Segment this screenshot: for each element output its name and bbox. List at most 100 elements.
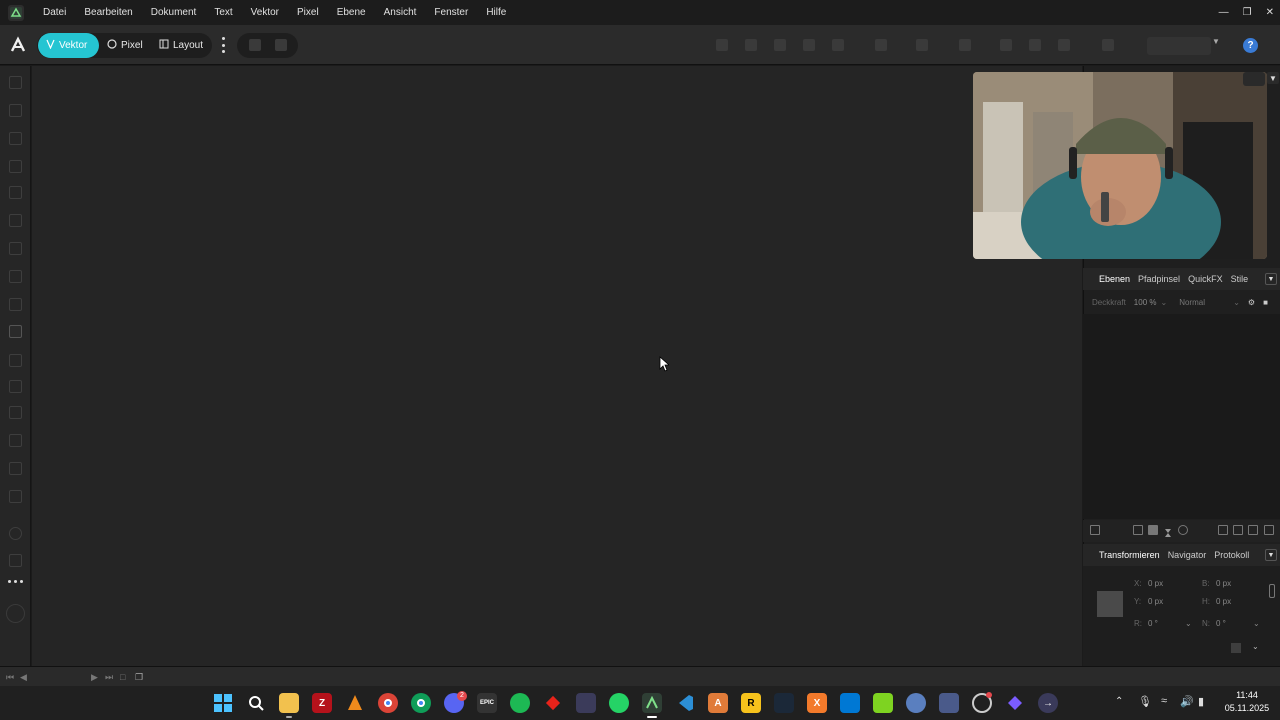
color-wheel-icon[interactable] xyxy=(6,604,25,623)
menu-bearbeiten[interactable]: Bearbeiten xyxy=(75,0,141,25)
wifi-icon[interactable]: ≈ xyxy=(1161,695,1167,707)
gear-icon[interactable]: ⚙ xyxy=(1248,298,1255,307)
corner-tool-icon[interactable] xyxy=(9,160,22,173)
menu-dokument[interactable]: Dokument xyxy=(142,0,206,25)
davinci-icon[interactable] xyxy=(576,693,596,713)
persona-vektor[interactable]: Vektor xyxy=(38,33,99,58)
align-icon[interactable] xyxy=(959,39,971,51)
blend-mode-select[interactable]: Normal xyxy=(1179,298,1233,307)
chevron-down-icon[interactable]: ⌄ xyxy=(1185,619,1192,628)
chevron-down-icon[interactable]: ▼ xyxy=(1265,273,1277,285)
n-field[interactable]: 0 ° xyxy=(1216,619,1226,628)
restore-icon[interactable]: ❐ xyxy=(1243,7,1252,18)
cube-app-icon[interactable] xyxy=(873,693,893,713)
menu-text[interactable]: Text xyxy=(205,0,241,25)
tab-navigator[interactable]: Navigator xyxy=(1168,550,1207,560)
more-tools-icon[interactable] xyxy=(8,580,23,584)
grid-icon[interactable] xyxy=(1248,525,1258,535)
microphone-icon[interactable]: 🎙 xyxy=(1138,695,1152,708)
help-button[interactable]: ? xyxy=(1243,38,1258,53)
battery-icon[interactable]: ▮ xyxy=(1198,695,1204,708)
rockstar-icon[interactable]: R xyxy=(741,693,761,713)
view-mode-icon[interactable] xyxy=(249,39,261,51)
opacity-select[interactable]: 100 % xyxy=(1134,298,1157,307)
persona-layout[interactable]: Layout xyxy=(151,33,211,58)
image-tool-icon[interactable] xyxy=(9,406,22,419)
move-tool-icon[interactable] xyxy=(9,76,22,89)
zoom-select[interactable] xyxy=(1147,37,1211,55)
view-tool-icon[interactable] xyxy=(9,554,22,567)
chevron-down-icon[interactable]: ⌄ xyxy=(1160,298,1167,307)
remote-desktop-icon[interactable] xyxy=(939,693,959,713)
undo-icon[interactable] xyxy=(1102,39,1114,51)
hourglass-icon[interactable] xyxy=(1163,525,1173,537)
knife-tool-icon[interactable] xyxy=(9,434,22,447)
menu-vektor[interactable]: Vektor xyxy=(242,0,288,25)
chevron-down-icon[interactable]: ▼ xyxy=(1212,37,1220,46)
origin-icon[interactable] xyxy=(1231,643,1241,653)
canvas-area[interactable] xyxy=(32,66,1082,666)
chrome-icon[interactable] xyxy=(378,693,398,713)
edit-layer-icon[interactable] xyxy=(1090,525,1100,535)
pages-icon[interactable]: ❐ xyxy=(135,672,143,683)
eraser-tool-icon[interactable] xyxy=(9,462,22,475)
trash-icon[interactable] xyxy=(1264,525,1274,535)
new-pixel-layer-icon[interactable] xyxy=(1218,525,1228,535)
h-field[interactable]: 0 px xyxy=(1216,597,1231,606)
adjustment-icon[interactable] xyxy=(1133,525,1143,535)
windows-start-icon[interactable] xyxy=(213,693,233,713)
snap-icon[interactable] xyxy=(875,39,887,51)
subtract-icon[interactable] xyxy=(832,39,844,51)
menu-pixel[interactable]: Pixel xyxy=(288,0,328,25)
lock-layer-icon[interactable] xyxy=(1058,39,1070,51)
arrow-app-icon[interactable]: → xyxy=(1038,693,1058,713)
menu-ansicht[interactable]: Ansicht xyxy=(375,0,426,25)
vlc-icon[interactable] xyxy=(345,693,365,713)
chevron-up-icon[interactable]: ⌃ xyxy=(1115,696,1123,707)
node-tool-icon[interactable] xyxy=(9,132,22,145)
bring-forward-icon[interactable] xyxy=(745,39,757,51)
group-icon[interactable] xyxy=(1000,39,1012,51)
tab-protokoll[interactable]: Protokoll xyxy=(1214,550,1249,560)
r-field[interactable]: 0 ° xyxy=(1148,619,1158,628)
tab-quickfx[interactable]: QuickFX xyxy=(1188,274,1223,284)
brush-tool-icon[interactable] xyxy=(9,270,22,283)
diamond-app-icon[interactable] xyxy=(1005,693,1025,713)
boolean-icon[interactable] xyxy=(803,39,815,51)
play-icon[interactable]: ▶ xyxy=(91,672,98,683)
minimize-icon[interactable]: — xyxy=(1219,7,1229,18)
artboard-tool-icon[interactable] xyxy=(9,104,22,117)
flip-icon[interactable] xyxy=(916,39,928,51)
chrome-profile-icon[interactable] xyxy=(411,693,431,713)
steam-icon[interactable] xyxy=(774,693,794,713)
filezilla-icon[interactable]: Z xyxy=(312,693,332,713)
chevron-down-icon[interactable]: ▼ xyxy=(1267,72,1279,84)
file-explorer-icon[interactable] xyxy=(279,693,299,713)
menu-ebene[interactable]: Ebene xyxy=(328,0,375,25)
page-icon[interactable]: □ xyxy=(120,672,125,682)
lock-icon[interactable]: ■ xyxy=(1263,298,1268,307)
chevron-down-icon[interactable]: ⌄ xyxy=(1233,298,1240,307)
first-page-icon[interactable]: ⏮ xyxy=(6,672,14,683)
last-page-icon[interactable]: ⏭ xyxy=(105,672,113,683)
shape-tool-icon[interactable] xyxy=(9,325,22,338)
clock[interactable]: 11:44 05.11.2025 xyxy=(1218,689,1276,715)
tab-ebenen[interactable]: Ebenen xyxy=(1099,274,1130,284)
more-options-icon[interactable] xyxy=(220,37,226,53)
pencil-tool-icon[interactable] xyxy=(9,242,22,255)
persona-pixel[interactable]: Pixel xyxy=(99,33,151,58)
prev-page-icon[interactable]: ◀ xyxy=(20,672,27,683)
new-group-icon[interactable] xyxy=(1233,525,1243,535)
studio-logo-icon[interactable] xyxy=(9,36,27,54)
close-icon[interactable]: ✕ xyxy=(1266,7,1274,18)
x-field[interactable]: 0 px xyxy=(1148,579,1163,588)
fx-icon[interactable] xyxy=(1178,525,1188,535)
epic-games-icon[interactable]: EPIC xyxy=(477,693,497,713)
anchor-point-icon[interactable] xyxy=(1097,591,1123,617)
b-field[interactable]: 0 px xyxy=(1216,579,1231,588)
spotify-icon[interactable] xyxy=(510,693,530,713)
send-backward-icon[interactable] xyxy=(774,39,786,51)
tab-stile[interactable]: Stile xyxy=(1231,274,1249,284)
tab-transformieren[interactable]: Transformieren xyxy=(1099,550,1160,560)
ungroup-icon[interactable] xyxy=(1029,39,1041,51)
